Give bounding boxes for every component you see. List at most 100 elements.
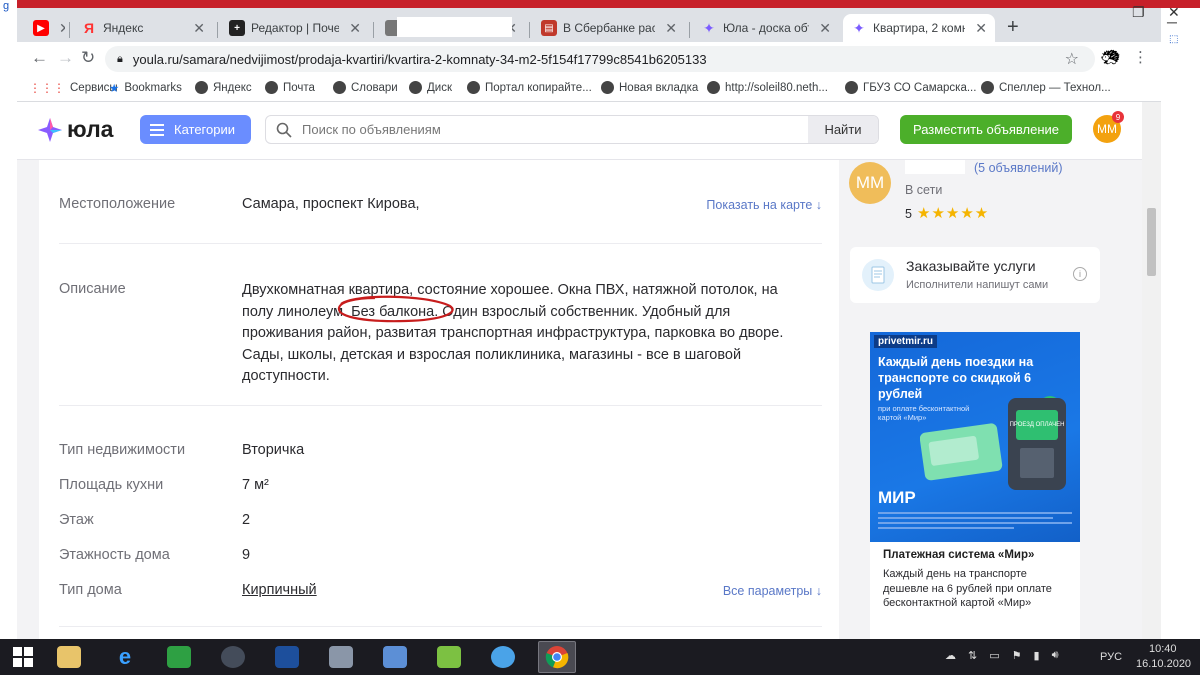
page-scrollbar[interactable] [1142, 102, 1161, 639]
param-label: Площадь кухни [59, 477, 164, 493]
youla-logo[interactable]: юла [37, 116, 113, 143]
taskbar-calc[interactable] [430, 641, 468, 673]
tab-title: Редактор | Почему л [251, 21, 340, 35]
tab-yandex[interactable]: Я Яндекс ✕ [73, 14, 213, 42]
bookmark-folder[interactable]: ★ Bookmarks [109, 81, 182, 95]
bookmark-item[interactable]: Новая вкладка [601, 81, 698, 94]
order-services-card[interactable]: Заказывайте услуги Исполнители напишут с… [850, 247, 1100, 303]
close-tab-icon[interactable]: ✕ [59, 20, 65, 37]
ad-body: Каждый день на транспорте дешевле на 6 р… [883, 568, 1052, 609]
close-tab-icon[interactable]: ✕ [975, 20, 987, 37]
close-tab-icon[interactable]: ✕ [349, 20, 361, 37]
left-desktop-strip: g [0, 0, 17, 639]
clock-date[interactable]: 16.10.2020 [1136, 658, 1191, 670]
search-placeholder: Поиск по объявлениям [302, 122, 441, 137]
search-button[interactable]: Найти [808, 116, 878, 143]
back-icon[interactable]: ← [31, 48, 48, 68]
bookmark-item[interactable]: Яндекс [195, 81, 252, 94]
bookmark-star-icon[interactable]: ☆ [1065, 49, 1079, 69]
tab-title: Юла - доска объявл [723, 21, 809, 35]
globe-icon [409, 81, 422, 94]
youla-star-logo-icon [38, 117, 62, 142]
house-type-link[interactable]: Кирпичный [242, 582, 317, 598]
all-params-link[interactable]: Все параметры ↓ [723, 584, 822, 598]
seller-ads-link[interactable]: (5 объявлений) [974, 161, 1063, 175]
news-icon: ▤ [541, 20, 557, 36]
show-on-map-link[interactable]: Показать на карте ↓ [706, 198, 822, 212]
globe-icon [981, 81, 994, 94]
internet-explorer-icon: e [118, 644, 132, 669]
language-indicator[interactable]: РУС [1100, 651, 1122, 663]
restore-icon[interactable]: ❐ [1132, 4, 1145, 21]
tab-title: В Сбербанке расскаж [563, 21, 656, 35]
divider [59, 243, 822, 244]
notification-badge: 9 [1112, 111, 1124, 123]
bookmark-item[interactable]: Портал копирайте... [467, 81, 592, 94]
listing-details-card: Местоположение Самара, проспект Кирова, … [39, 160, 839, 639]
close-tab-icon[interactable]: ✕ [193, 20, 205, 37]
start-button[interactable] [4, 641, 42, 673]
redaction-mask [397, 17, 512, 37]
param-value: 9 [242, 547, 251, 563]
taskbar-store[interactable] [160, 641, 198, 673]
taskbar-help[interactable] [268, 641, 306, 673]
close-window-icon[interactable]: ✕ [1168, 4, 1180, 21]
address-bar[interactable]: 🔒︎ youla.ru/samara/nedvijimost/prodaja-k… [105, 46, 1095, 72]
close-tab-icon[interactable]: ✕ [665, 20, 677, 37]
reload-icon[interactable]: ↻ [81, 48, 95, 68]
signal-icon[interactable]: ▮ [1034, 649, 1040, 662]
bookmark-label: Почта [283, 81, 315, 94]
url-text: youla.ru/samara/nedvijimost/prodaja-kvar… [132, 51, 707, 67]
battery-icon[interactable]: ▭ [989, 649, 999, 662]
forward-icon[interactable]: → [57, 48, 74, 68]
taskbar-ie[interactable]: e [106, 641, 144, 673]
volume-icon[interactable]: 🔊︎ [1052, 649, 1059, 662]
help-icon [275, 646, 299, 668]
lock-icon: 🔒︎ [117, 52, 123, 65]
ad-title: Платежная система «Мир» [883, 549, 1035, 561]
tab-editor[interactable]: + Редактор | Почему л ✕ [221, 14, 369, 42]
menu-dots-icon[interactable]: ⋮ [1133, 48, 1148, 66]
bookmark-apps[interactable]: ⋮⋮⋮ Сервисы [29, 81, 118, 95]
mir-logo: МИР [878, 488, 916, 507]
taskbar-explorer[interactable] [50, 641, 88, 673]
desktop-glyph: g [3, 0, 10, 12]
taskbar-files[interactable] [322, 641, 360, 673]
tab-youla-board[interactable]: ✦ Юла - доска объявл ✕ [693, 14, 839, 42]
bookmark-item[interactable]: Почта [265, 81, 315, 94]
post-ad-button[interactable]: Разместить объявление [900, 115, 1072, 144]
taskbar-chrome[interactable] [538, 641, 576, 673]
ad-block[interactable]: privetmir.ru Каждый день поездки на тран… [870, 332, 1080, 639]
browser-window: g ▶ ✕ Я Яндекс ✕ + Редактор | Почему л ✕ [0, 0, 1200, 639]
globe-app-icon [221, 646, 245, 668]
bookmark-item[interactable]: http://soleil80.neth... [707, 81, 828, 94]
bookmark-label: http://soleil80.neth... [725, 81, 828, 94]
clock-time[interactable]: 10:40 [1149, 643, 1177, 655]
close-tab-icon[interactable]: ✕ [819, 20, 831, 37]
bookmarks-bar: ⋮⋮⋮ Сервисы ★ Bookmarks Яндекс Почта Сло… [17, 76, 1161, 102]
bookmark-label: Bookmarks [124, 82, 182, 94]
tab-active-listing[interactable]: ✦ Квартира, 2 комнаты ✕ [843, 14, 995, 42]
scrollbar-thumb[interactable] [1147, 208, 1156, 276]
info-icon[interactable]: i [1073, 267, 1087, 281]
taskbar-mail[interactable] [376, 641, 414, 673]
flag-icon[interactable]: ⚑ [1012, 649, 1022, 662]
bookmark-item[interactable]: Словари [333, 81, 398, 94]
categories-button[interactable]: Категории [140, 115, 251, 144]
new-tab-button[interactable]: + [1007, 16, 1019, 39]
bookmark-item[interactable]: Диск [409, 81, 452, 94]
taskbar-weather[interactable] [484, 641, 522, 673]
bookmark-item[interactable]: Спеллер — Технол... [981, 81, 1111, 94]
search-input[interactable]: Поиск по объявлениям [266, 122, 808, 138]
tab-youtube[interactable]: ▶ ✕ [25, 14, 65, 42]
tab-sberbank-news[interactable]: ▤ В Сбербанке расскаж ✕ [533, 14, 685, 42]
mail-icon [383, 646, 407, 668]
ad-banner[interactable]: privetmir.ru Каждый день поездки на тран… [870, 332, 1080, 542]
terminal-text: ПРОЕЗД ОПЛАЧЕН [1010, 422, 1065, 428]
seller-avatar[interactable]: ММ [849, 162, 891, 204]
network-icon[interactable]: ⇅ [968, 649, 977, 662]
extension-icon[interactable]: 🦔︎ [1101, 48, 1120, 66]
cloud-icon[interactable]: ☁ [945, 649, 956, 662]
taskbar-app-globe[interactable] [214, 641, 252, 673]
bookmark-item[interactable]: ГБУЗ СО Самарска... [845, 81, 976, 94]
